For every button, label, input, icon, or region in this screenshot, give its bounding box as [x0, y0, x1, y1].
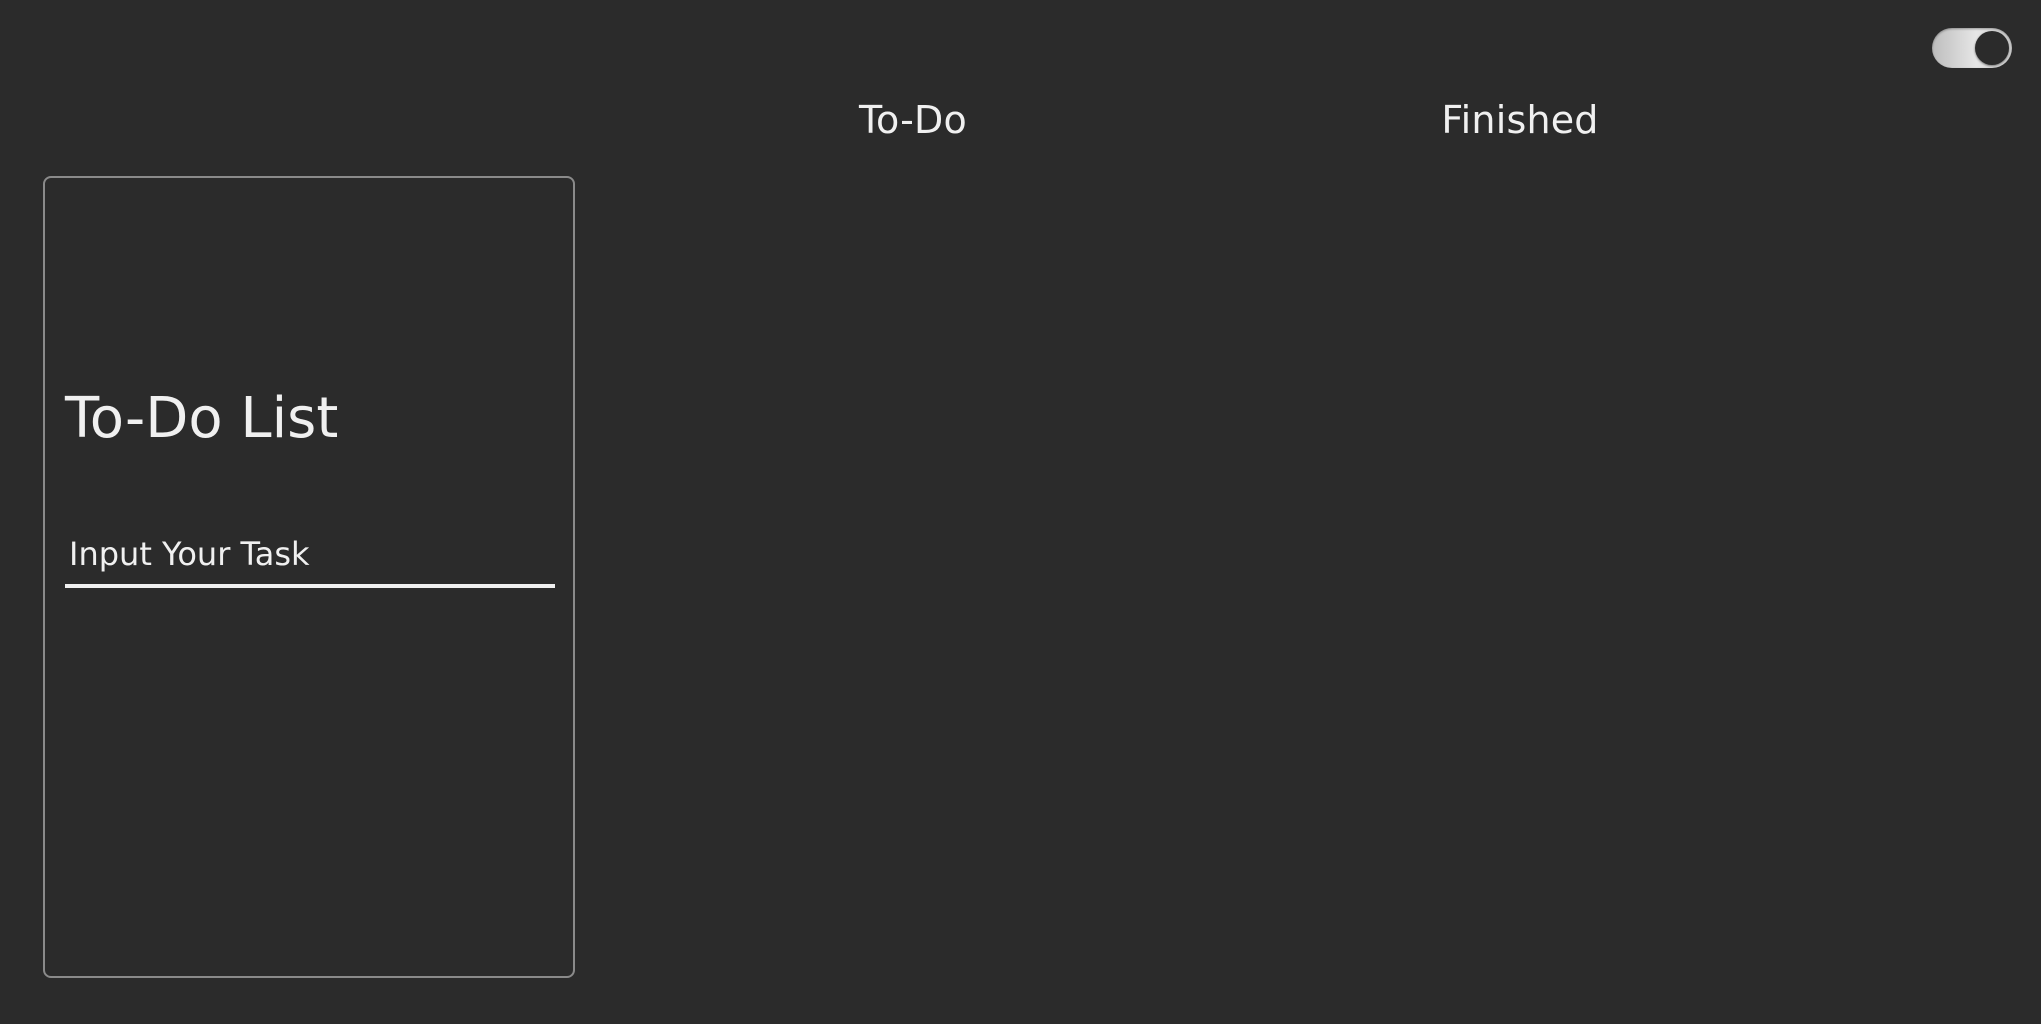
finished-column-header: Finished	[1441, 98, 1599, 142]
app-page: To-Do Finished To-Do List	[0, 0, 2041, 1024]
toggle-knob[interactable]	[1975, 31, 2009, 65]
card-title: To-Do List	[65, 386, 339, 451]
todo-input-card: To-Do List	[43, 176, 575, 978]
task-input[interactable]	[65, 530, 555, 588]
todo-column-header: To-Do	[859, 98, 967, 142]
theme-toggle[interactable]	[1932, 28, 2012, 68]
